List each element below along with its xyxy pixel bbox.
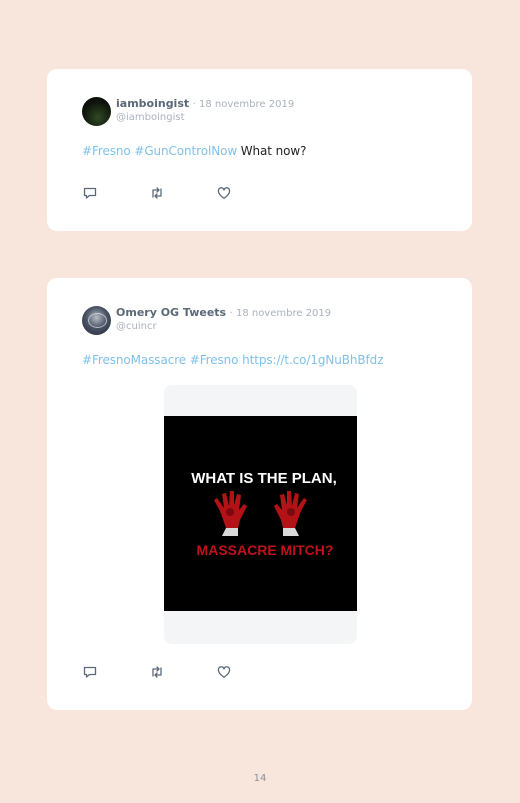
url-link[interactable]: https://t.co/1gNuBhBfdz <box>242 353 383 367</box>
retweet-icon[interactable] <box>149 185 165 201</box>
page-number: 14 <box>253 773 267 784</box>
avatar[interactable] <box>82 97 111 126</box>
like-icon[interactable] <box>216 664 232 680</box>
tweet-text: #FresnoMassacre #Fresno https://t.co/1gN… <box>82 353 384 367</box>
tweet-text-plain: What now? <box>237 144 307 158</box>
tweet-header: iamboingist · 18 novembre 2019 @iamboing… <box>82 97 294 126</box>
tweet-header: Omery OG Tweets · 18 novembre 2019 @cuin… <box>82 306 331 335</box>
media-image[interactable]: WHAT IS THE PLAN, MASSACRE MITCH? <box>164 416 357 611</box>
media-headline: WHAT IS THE PLAN, <box>191 470 337 487</box>
hashtag-link[interactable]: #GunControlNow <box>134 144 237 158</box>
hashtag-link[interactable]: #FresnoMassacre <box>82 353 186 367</box>
author-name[interactable]: iamboingist <box>116 97 189 110</box>
tweet-card-2[interactable]: Omery OG Tweets · 18 novembre 2019 @cuin… <box>47 278 472 710</box>
tweet-media[interactable]: WHAT IS THE PLAN, MASSACRE MITCH? <box>164 385 357 644</box>
hashtag-link[interactable]: #Fresno <box>82 144 131 158</box>
tweet-date[interactable]: · 18 novembre 2019 <box>193 99 295 110</box>
reply-icon[interactable] <box>82 185 98 201</box>
tweet-actions <box>82 185 232 201</box>
author-handle[interactable]: @iamboingist <box>116 111 294 124</box>
avatar[interactable] <box>82 306 111 335</box>
author-name[interactable]: Omery OG Tweets <box>116 306 226 319</box>
author-handle[interactable]: @cuincr <box>116 320 331 333</box>
hashtag-link[interactable]: #Fresno <box>190 353 239 367</box>
tweet-text: #Fresno #GunControlNow What now? <box>82 144 306 158</box>
like-icon[interactable] <box>216 185 232 201</box>
tweet-card-1[interactable]: iamboingist · 18 novembre 2019 @iamboing… <box>47 69 472 231</box>
media-subline: MASSACRE MITCH? <box>197 542 334 558</box>
tweet-date[interactable]: · 18 novembre 2019 <box>230 308 332 319</box>
reply-icon[interactable] <box>82 664 98 680</box>
retweet-icon[interactable] <box>149 664 165 680</box>
tweet-actions <box>82 664 232 680</box>
